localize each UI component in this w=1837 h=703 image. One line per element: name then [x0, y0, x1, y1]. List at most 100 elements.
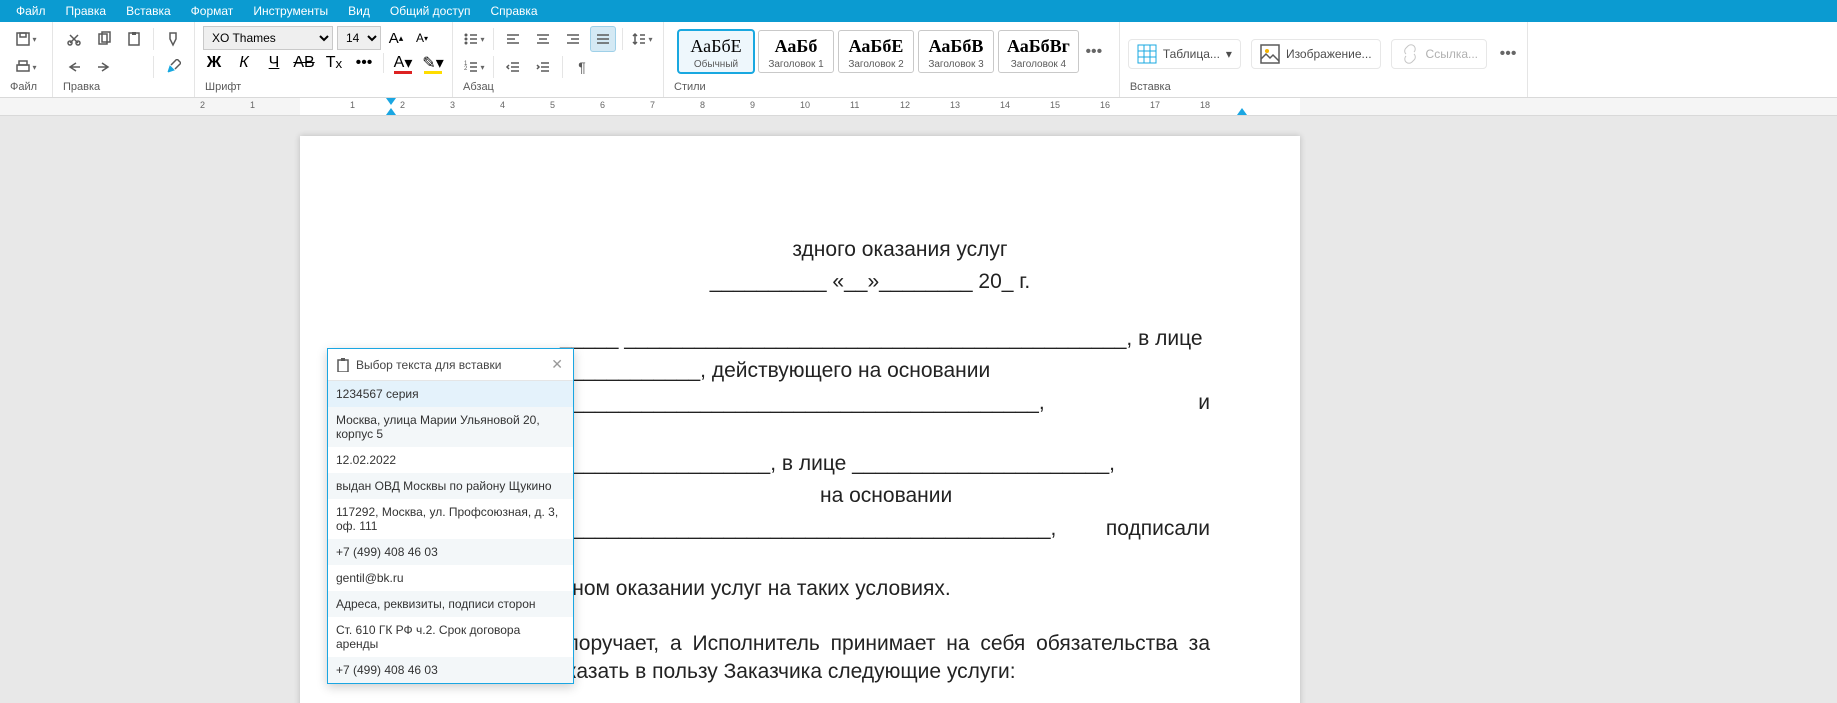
- ruler-tick: 10: [800, 100, 810, 110]
- menu-insert[interactable]: Вставка: [116, 2, 181, 20]
- table-icon: [1137, 44, 1157, 64]
- paste-option[interactable]: 12.02.2022: [328, 447, 573, 473]
- paste-option[interactable]: 1234567 серия: [328, 381, 573, 407]
- menu-help[interactable]: Справка: [480, 2, 547, 20]
- style-name-label: Обычный: [687, 59, 745, 70]
- numbers-icon: 12: [463, 59, 479, 75]
- style-preview: АаБб: [767, 35, 825, 57]
- menu-edit[interactable]: Правка: [56, 2, 117, 20]
- group-label-font: Шрифт: [203, 81, 444, 95]
- pilcrow-icon: ¶: [578, 59, 586, 75]
- menubar: Файл Правка Вставка Формат Инструменты В…: [0, 0, 1837, 22]
- indent-icon: [535, 59, 551, 75]
- more-font-button[interactable]: •••: [353, 52, 375, 74]
- brush-icon: [165, 31, 181, 47]
- font-size-select[interactable]: 14: [337, 26, 381, 50]
- divider: [622, 28, 623, 50]
- indent-marker-top[interactable]: [386, 98, 396, 105]
- menu-view[interactable]: Вид: [338, 2, 380, 20]
- align-right-button[interactable]: [560, 26, 586, 52]
- bold-button[interactable]: Ж: [203, 52, 225, 74]
- right-indent-marker[interactable]: [1237, 108, 1247, 115]
- decrease-font-button[interactable]: A▾: [411, 27, 433, 49]
- paste-option[interactable]: Москва, улица Марии Ульяновой 20, корпус…: [328, 407, 573, 447]
- copy-icon: [96, 31, 112, 47]
- align-right-icon: [565, 31, 581, 47]
- style-heading1[interactable]: АаБб Заголовок 1: [758, 30, 834, 73]
- redo-button[interactable]: [91, 54, 117, 80]
- group-label-edit: Правка: [61, 81, 186, 95]
- insert-link-button[interactable]: Ссылка...: [1391, 39, 1487, 69]
- paste-button[interactable]: [121, 26, 147, 52]
- menu-format[interactable]: Формат: [181, 2, 244, 20]
- more-insert-button[interactable]: •••: [1497, 45, 1519, 63]
- paste-option[interactable]: выдан ОВД Москвы по району Щукино: [328, 473, 573, 499]
- pencil-icon: [165, 59, 181, 75]
- ruler-tick: 15: [1050, 100, 1060, 110]
- paste-option[interactable]: Ст. 610 ГК РФ ч.2. Срок договора аренды: [328, 617, 573, 657]
- decrease-indent-button[interactable]: [500, 54, 526, 80]
- italic-button[interactable]: К: [233, 52, 255, 74]
- cut-icon: [66, 31, 82, 47]
- style-heading4[interactable]: АаБбВг Заголовок 4: [998, 30, 1079, 73]
- increase-font-button[interactable]: A▴: [385, 27, 407, 49]
- font-name-select[interactable]: XO Thames: [203, 26, 333, 50]
- underline-button[interactable]: Ч: [263, 52, 285, 74]
- ruler-tick: 18: [1200, 100, 1210, 110]
- font-color-button[interactable]: A▾: [392, 52, 414, 74]
- style-heading2[interactable]: АаБбЕ Заголовок 2: [838, 30, 914, 73]
- ruler-tick: 16: [1100, 100, 1110, 110]
- popup-close-button[interactable]: ✕: [549, 356, 565, 373]
- ruler-tick: 7: [650, 100, 655, 110]
- indent-marker-bottom[interactable]: [386, 108, 396, 115]
- align-center-icon: [535, 31, 551, 47]
- group-label-file: Файл: [8, 81, 44, 95]
- style-preview: АаБбЕ: [687, 35, 745, 57]
- style-normal[interactable]: АаБбЕ Обычный: [678, 30, 754, 73]
- paste-option[interactable]: +7 (499) 408 46 03: [328, 657, 573, 683]
- increase-indent-button[interactable]: [530, 54, 556, 80]
- insert-table-button[interactable]: Таблица...▾: [1128, 39, 1241, 69]
- more-styles-button[interactable]: •••: [1083, 43, 1105, 61]
- style-name-label: Заголовок 4: [1007, 59, 1070, 70]
- line-spacing-button[interactable]: ▾: [629, 26, 655, 52]
- subscript-button[interactable]: Tx: [323, 52, 345, 74]
- nonprinting-chars-button[interactable]: ¶: [569, 54, 595, 80]
- format-painter-button[interactable]: [160, 26, 186, 52]
- bullet-list-button[interactable]: ▾: [461, 26, 487, 52]
- print-button[interactable]: ▾: [8, 54, 44, 80]
- divider: [153, 56, 154, 78]
- copy-button[interactable]: [91, 26, 117, 52]
- paste-option[interactable]: gentil@bk.ru: [328, 565, 573, 591]
- paste-icon: [126, 31, 142, 47]
- ruler-tick: 6: [600, 100, 605, 110]
- undo-icon: [66, 59, 82, 75]
- menu-file[interactable]: Файл: [6, 2, 56, 20]
- link-icon: [1400, 44, 1420, 64]
- undo-button[interactable]: [61, 54, 87, 80]
- ruler-tick: 11: [850, 100, 859, 110]
- cut-button[interactable]: [61, 26, 87, 52]
- numbered-list-button[interactable]: 12▾: [461, 54, 487, 80]
- copy-formatting-button[interactable]: [160, 54, 186, 80]
- align-justify-button[interactable]: [590, 26, 616, 52]
- paste-option[interactable]: Адреса, реквизиты, подписи сторон: [328, 591, 573, 617]
- paste-option[interactable]: 117292, Москва, ул. Профсоюзная, д. 3, о…: [328, 499, 573, 539]
- align-center-button[interactable]: [530, 26, 556, 52]
- highlight-color-button[interactable]: ✎▾: [422, 52, 444, 74]
- menu-tools[interactable]: Инструменты: [243, 2, 338, 20]
- paste-option[interactable]: +7 (499) 408 46 03: [328, 539, 573, 565]
- insert-label: Ссылка...: [1426, 47, 1478, 61]
- menu-share[interactable]: Общий доступ: [380, 2, 481, 20]
- insert-image-button[interactable]: Изображение...: [1251, 39, 1381, 69]
- redo-icon: [96, 59, 112, 75]
- align-left-button[interactable]: [500, 26, 526, 52]
- style-name-label: Заголовок 3: [927, 59, 985, 70]
- ruler-tick: 1: [250, 100, 255, 110]
- style-heading3[interactable]: АаБбВ Заголовок 3: [918, 30, 994, 73]
- strikethrough-button[interactable]: AB: [293, 52, 315, 74]
- save-button[interactable]: ▾: [8, 26, 44, 52]
- ruler-tick: 1: [350, 100, 355, 110]
- horizontal-ruler[interactable]: 21123456789101112131415161718: [0, 98, 1837, 116]
- paste-selection-popup: Выбор текста для вставки ✕ 1234567 серия…: [327, 348, 574, 684]
